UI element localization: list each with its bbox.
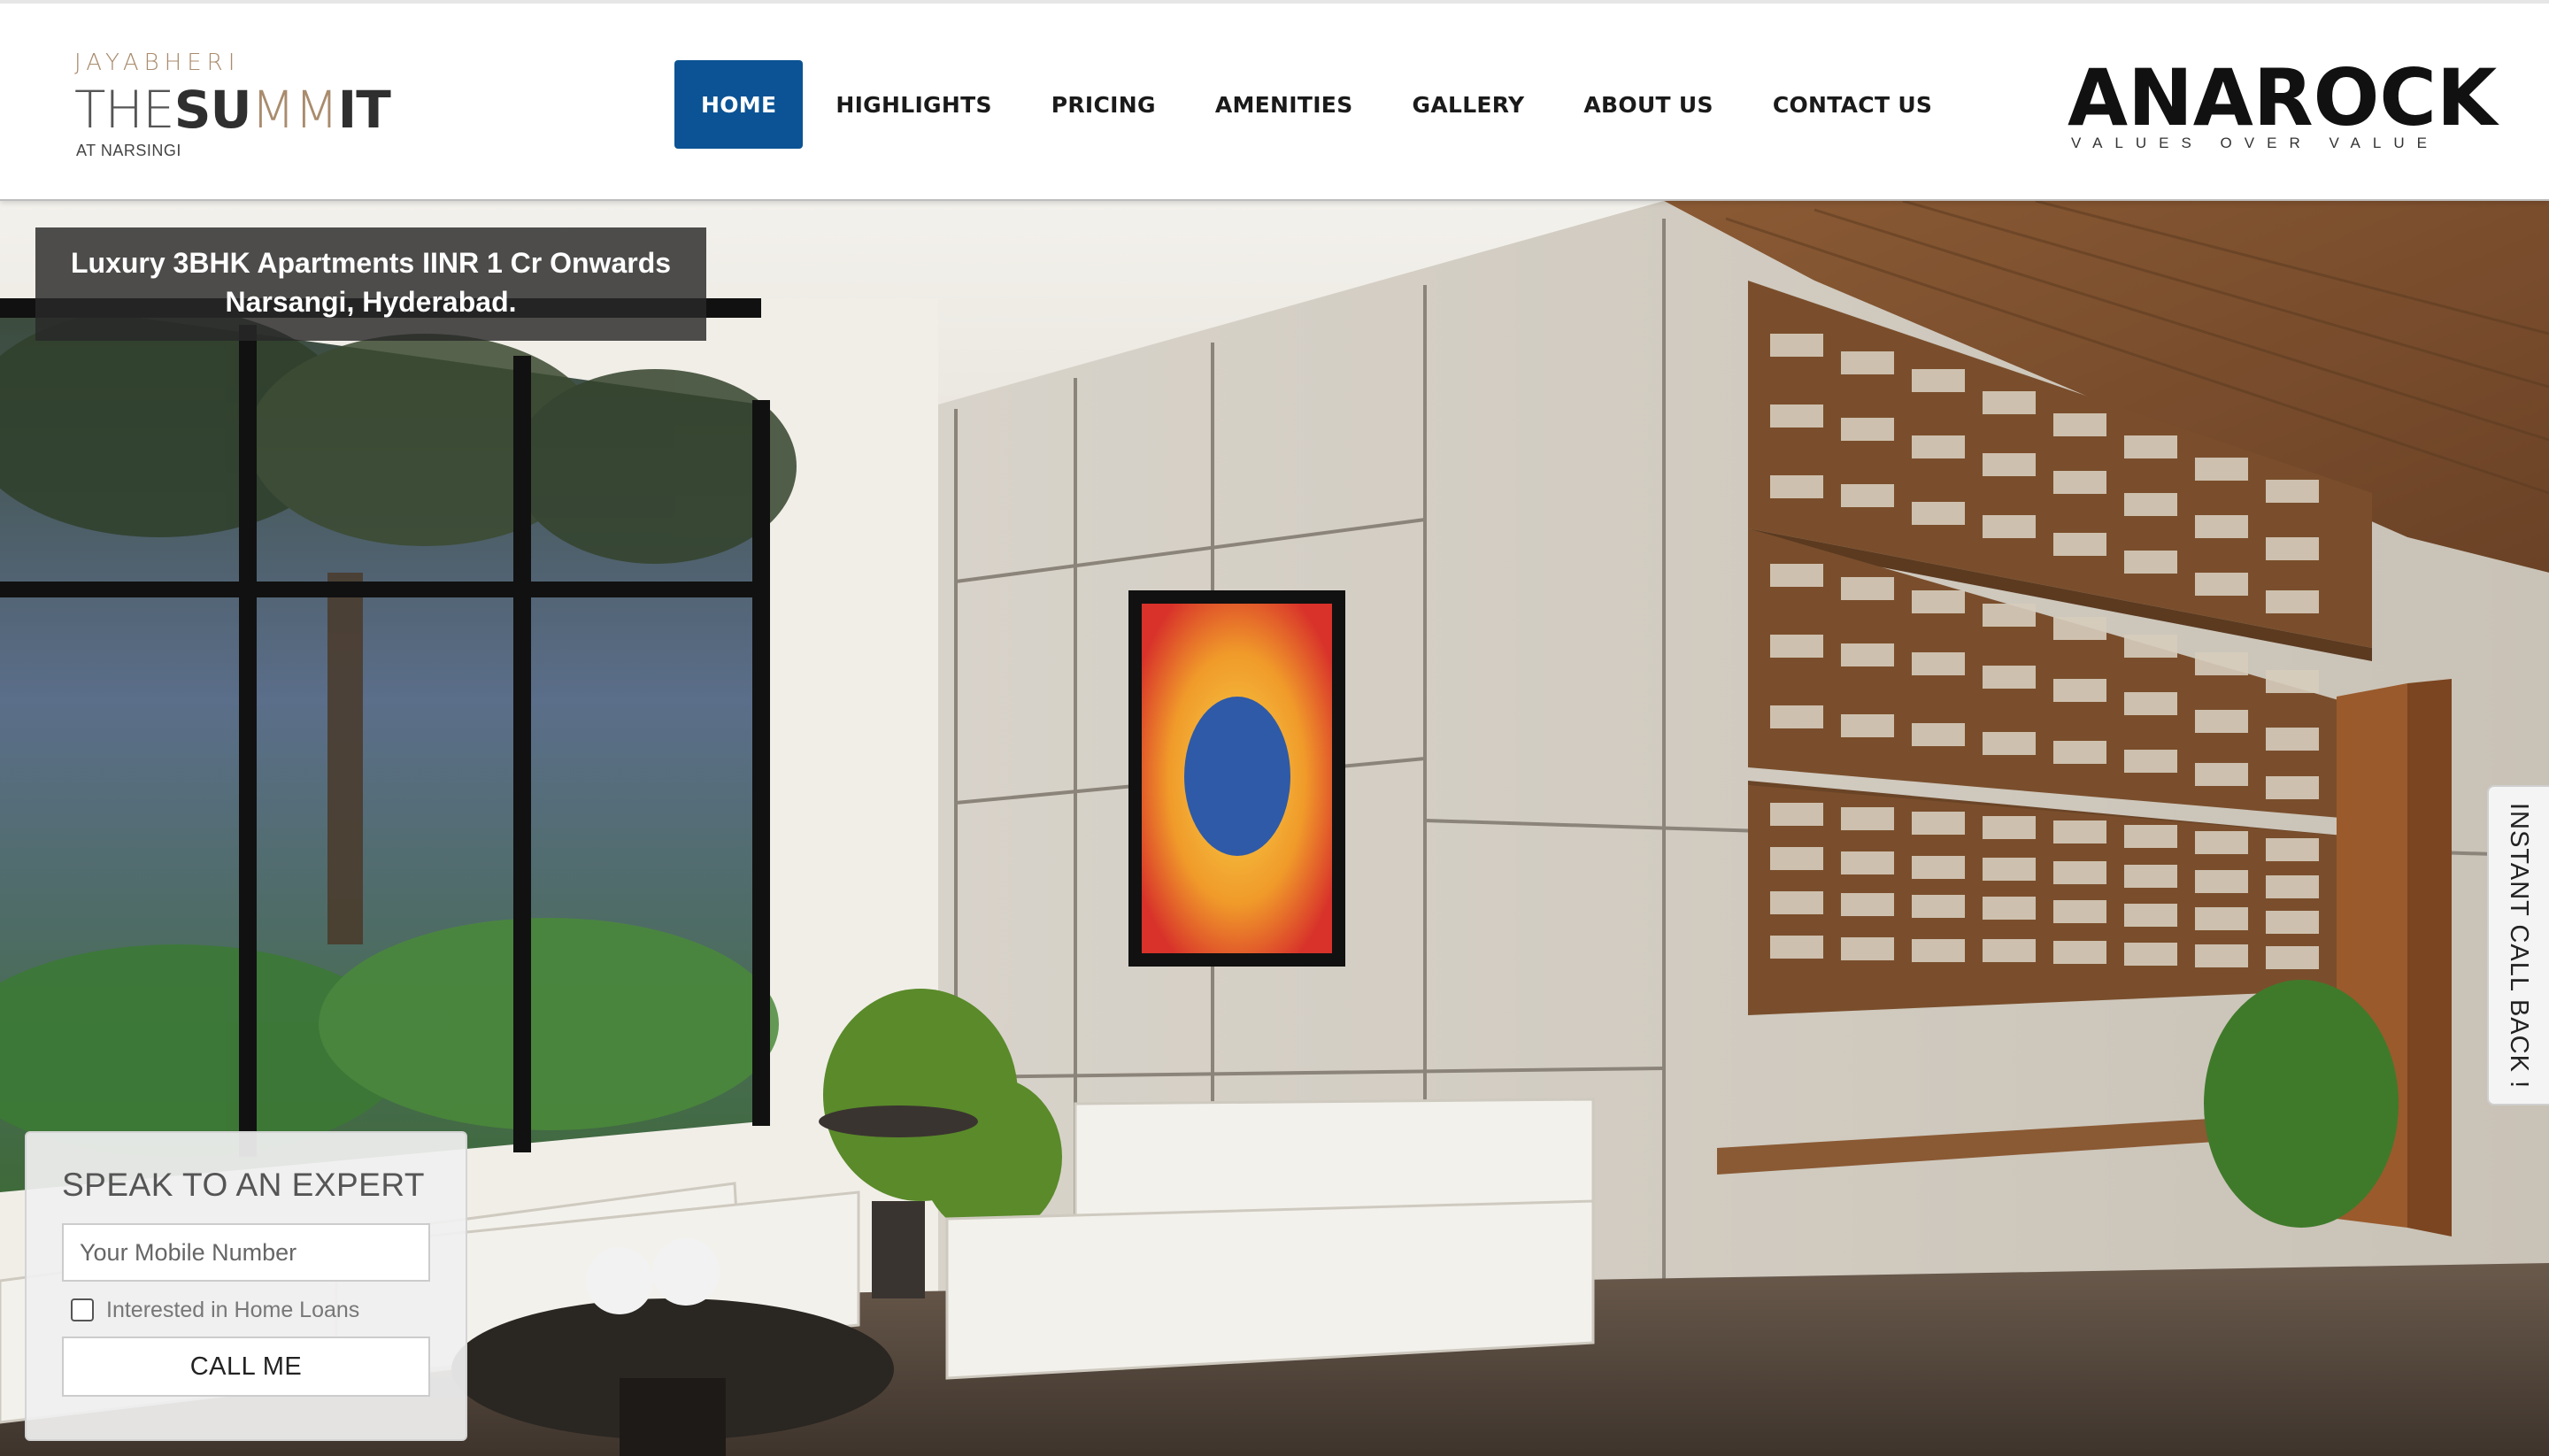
partner-tagline: VALUES OVER VALUE bbox=[2071, 135, 2439, 151]
expert-form-title: SPEAK TO AN EXPERT bbox=[62, 1167, 426, 1203]
speak-to-expert-form: SPEAK TO AN EXPERT Interested in Home Lo… bbox=[25, 1131, 467, 1441]
brand-logo[interactable]: JAYABHERI THESUMMIT AT NARSINGI bbox=[74, 50, 411, 165]
nav-contact-us[interactable]: CONTACT US bbox=[1746, 60, 1959, 149]
home-loan-label: Interested in Home Loans bbox=[106, 1297, 360, 1322]
brand-location: AT NARSINGI bbox=[76, 142, 181, 159]
home-loan-checkbox[interactable] bbox=[71, 1298, 94, 1321]
hero-caption: Luxury 3BHK Apartments IINR 1 Cr Onwards… bbox=[35, 227, 706, 341]
mobile-number-input[interactable] bbox=[62, 1223, 430, 1282]
hero-caption-line2: Narsangi, Hyderabad. bbox=[225, 286, 517, 318]
call-me-button[interactable]: CALL ME bbox=[62, 1337, 430, 1397]
brand-word-it: IT bbox=[337, 80, 391, 140]
main-nav: HOME HIGHLIGHTS PRICING AMENITIES GALLER… bbox=[674, 60, 1965, 149]
nav-highlights[interactable]: HIGHLIGHTS bbox=[809, 60, 1018, 149]
brand-word-the: THE bbox=[74, 80, 175, 140]
nav-pricing[interactable]: PRICING bbox=[1025, 60, 1182, 149]
nav-gallery[interactable]: GALLERY bbox=[1386, 60, 1552, 149]
hero-caption-line1: Luxury 3BHK Apartments IINR 1 Cr Onwards bbox=[70, 247, 672, 279]
brand-word-su: SU bbox=[173, 80, 252, 140]
home-loan-option[interactable]: Interested in Home Loans bbox=[71, 1294, 359, 1326]
site-header: JAYABHERI THESUMMIT AT NARSINGI HOME HIG… bbox=[0, 0, 2549, 201]
nav-about-us[interactable]: ABOUT US bbox=[1557, 60, 1739, 149]
nav-home[interactable]: HOME bbox=[674, 60, 804, 149]
brand-project-name: THESUMMIT bbox=[74, 80, 391, 140]
nav-amenities[interactable]: AMENITIES bbox=[1189, 60, 1380, 149]
brand-developer-name: JAYABHERI bbox=[74, 50, 241, 76]
partner-logo[interactable]: ANAROCK VALUES OVER VALUE bbox=[2068, 58, 2497, 156]
brand-word-mm: MM bbox=[250, 80, 339, 140]
instant-callback-tab[interactable]: INSTANT CALL BACK ! bbox=[2487, 785, 2549, 1105]
partner-name: ANAROCK bbox=[2068, 52, 2498, 143]
instant-callback-label: INSTANT CALL BACK ! bbox=[2505, 802, 2534, 1089]
